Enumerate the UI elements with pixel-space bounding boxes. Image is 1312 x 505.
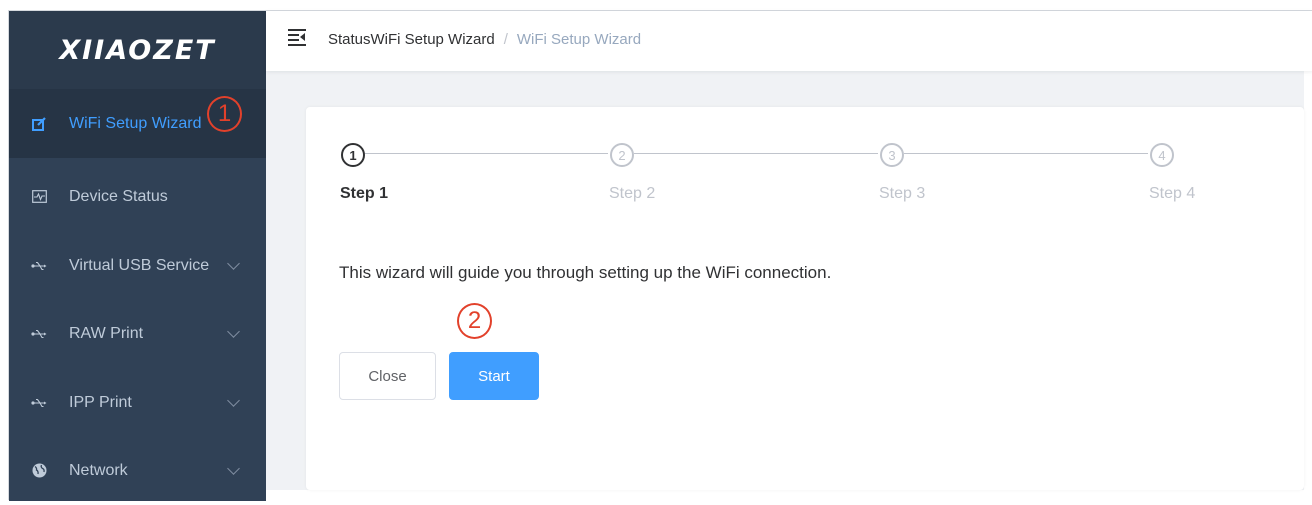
sidebar-item-label: Device Status: [69, 187, 168, 205]
step-2-circle: 2: [610, 143, 634, 167]
breadcrumb-root[interactable]: StatusWiFi Setup Wizard: [328, 31, 495, 48]
annotation-marker-1: 1: [207, 96, 242, 132]
breadcrumb: StatusWiFi Setup Wizard / WiFi Setup Wizar…: [328, 31, 641, 48]
step-connector: [364, 153, 608, 154]
step-4-circle: 4: [1150, 143, 1174, 167]
chevron-down-icon: [227, 257, 240, 270]
wizard-card: 1 2 3 4 Step 1 Step 2 Step 3 Step 4 This…: [306, 107, 1304, 490]
step-3-circle: 3: [880, 143, 904, 167]
sidebar-item-label: WiFi Setup Wizard: [69, 114, 202, 132]
sidebar-item-virtual-usb-service[interactable]: Virtual USB Service: [9, 231, 266, 300]
step-connector: [634, 153, 878, 154]
usb-icon: [31, 326, 47, 342]
step-2-title: Step 2: [609, 185, 656, 202]
sidebar-item-device-status[interactable]: Device Status: [9, 162, 266, 231]
usb-icon: [31, 258, 47, 274]
sidebar-item-label: RAW Print: [69, 324, 144, 342]
breadcrumb-current: WiFi Setup Wizard: [516, 31, 642, 48]
start-button[interactable]: Start: [449, 352, 539, 400]
step-3-title: Step 3: [879, 185, 926, 202]
usb-icon: [31, 395, 47, 411]
step-1-circle: 1: [341, 143, 365, 167]
sidebar-item-label: Virtual USB Service: [69, 256, 210, 274]
sidebar-item-ipp-print[interactable]: IPP Print: [9, 368, 266, 437]
wizard-description: This wizard will guide you through setti…: [339, 263, 832, 282]
step-4-title: Step 4: [1149, 185, 1196, 202]
monitor-pulse-icon: [31, 189, 47, 205]
sidebar-item-raw-print[interactable]: RAW Print: [9, 299, 266, 368]
annotation-marker-2: 2: [457, 303, 492, 339]
chevron-down-icon: [227, 325, 240, 338]
globe-icon: [31, 463, 47, 479]
top-header: StatusWiFi Setup Wizard / WiFi Setup Wizar…: [266, 11, 1312, 71]
close-button[interactable]: Close: [339, 352, 436, 400]
brand-logo: XIIAOZET: [9, 11, 266, 89]
edit-square-icon: [31, 116, 47, 132]
menu-toggle-icon[interactable]: [288, 29, 306, 46]
chevron-down-icon: [227, 462, 240, 475]
sidebar-item-label: Network: [69, 461, 128, 479]
step-1-title: Step 1: [340, 185, 389, 202]
sidebar: XIIAOZET WiFi Setup Wizard Device Status…: [9, 11, 266, 501]
sidebar-item-label: IPP Print: [69, 393, 132, 411]
chevron-down-icon: [227, 394, 240, 407]
step-connector: [904, 153, 1148, 154]
sidebar-item-network[interactable]: Network: [9, 436, 266, 505]
breadcrumb-separator: /: [503, 31, 508, 48]
